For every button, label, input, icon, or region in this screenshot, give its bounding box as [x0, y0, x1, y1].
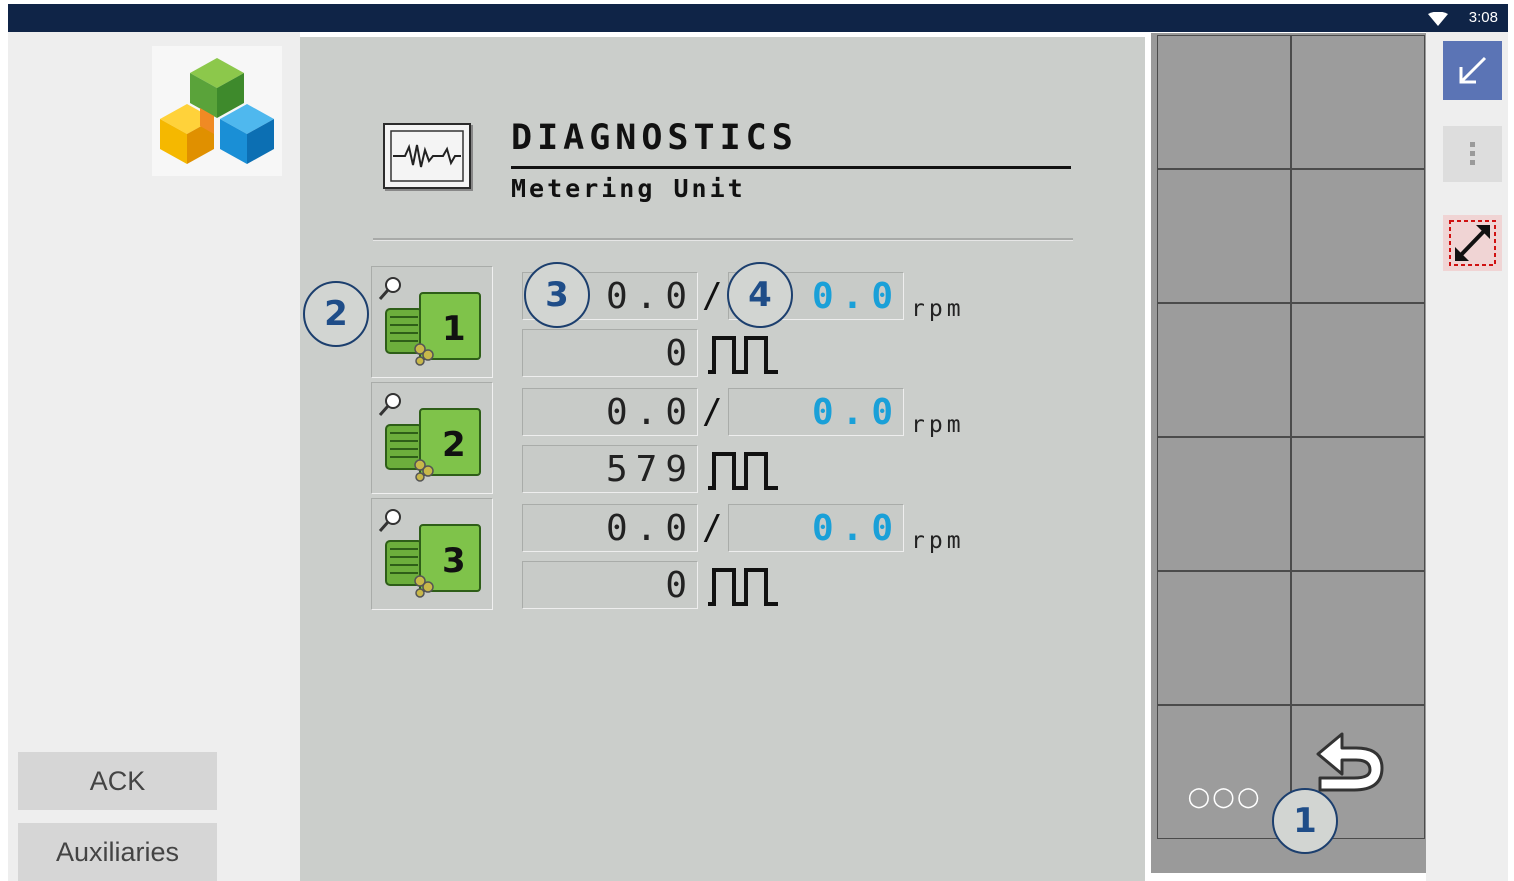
isobus-cube-logo [152, 46, 282, 176]
metering-unit-1-button[interactable]: 1 [371, 266, 493, 378]
resize-icon [1449, 220, 1496, 266]
target-rpm-field[interactable]: 0.0 [728, 388, 904, 436]
metering-unit-3-button[interactable]: 3 [371, 498, 493, 610]
page-title: DIAGNOSTICS [511, 118, 798, 158]
softkey-6[interactable] [1291, 303, 1425, 437]
softkey-1[interactable] [1157, 35, 1291, 169]
softkey-2[interactable] [1291, 35, 1425, 169]
ack-button[interactable]: ACK [18, 752, 217, 810]
auxiliaries-button[interactable]: Auxiliaries [18, 823, 217, 881]
softkey-4[interactable] [1291, 169, 1425, 303]
softkey-10[interactable] [1291, 571, 1425, 705]
metering-unit-number: 3 [442, 541, 466, 581]
target-rpm-field[interactable]: 0.0 [728, 504, 904, 552]
header-separator [373, 238, 1073, 240]
softkey-8[interactable] [1291, 437, 1425, 571]
actual-rpm-field: 0.0 [522, 504, 698, 552]
rpm-separator: / [702, 392, 723, 432]
callout-2: 2 [303, 281, 369, 347]
rpm-unit-label: rpm [911, 528, 965, 554]
status-time: 3:08 [1468, 9, 1498, 26]
overflow-menu-button[interactable] [1443, 126, 1502, 182]
pulse-count-field: 0 [522, 561, 698, 609]
softkey-11[interactable] [1157, 705, 1291, 839]
softkey-3[interactable] [1157, 169, 1291, 303]
callout-1: 1 [1272, 788, 1338, 854]
pulse-count-field: 0 [522, 329, 698, 377]
wifi-icon [1428, 12, 1448, 26]
softkey-7[interactable] [1157, 437, 1291, 571]
pulse-count-field: 579 [522, 445, 698, 493]
title-underline [511, 166, 1071, 169]
more-softkeys-label: ○○○ [1187, 782, 1262, 812]
callout-4: 4 [727, 262, 793, 328]
more-vert-icon [1470, 142, 1475, 165]
back-arrow-icon [1316, 732, 1384, 792]
metering-unit-icon [378, 277, 481, 366]
metering-unit-number: 1 [442, 309, 466, 349]
metering-unit-icon [378, 393, 481, 482]
pulse-train-icon [708, 452, 778, 490]
metering-unit-2-button[interactable]: 2 [371, 382, 493, 494]
metering-unit-icon [378, 509, 481, 598]
ecg-waveform-icon [383, 123, 471, 189]
softkey-5[interactable] [1157, 303, 1291, 437]
softkey-9[interactable] [1157, 571, 1291, 705]
resize-button[interactable] [1443, 215, 1502, 271]
callout-3: 3 [524, 262, 590, 328]
rpm-unit-label: rpm [911, 412, 965, 438]
rpm-unit-label: rpm [911, 296, 965, 322]
minimize-arrow-icon [1459, 56, 1487, 84]
pulse-train-icon [708, 568, 778, 606]
pulse-train-icon [708, 336, 778, 374]
metering-unit-number: 2 [442, 425, 466, 465]
actual-rpm-field: 0.0 [522, 388, 698, 436]
status-bar: 3:08 [8, 4, 1508, 32]
rpm-separator: / [702, 508, 723, 548]
rpm-separator: / [702, 276, 723, 316]
minimize-button[interactable] [1443, 41, 1502, 100]
page-subtitle: Metering Unit [511, 174, 746, 203]
